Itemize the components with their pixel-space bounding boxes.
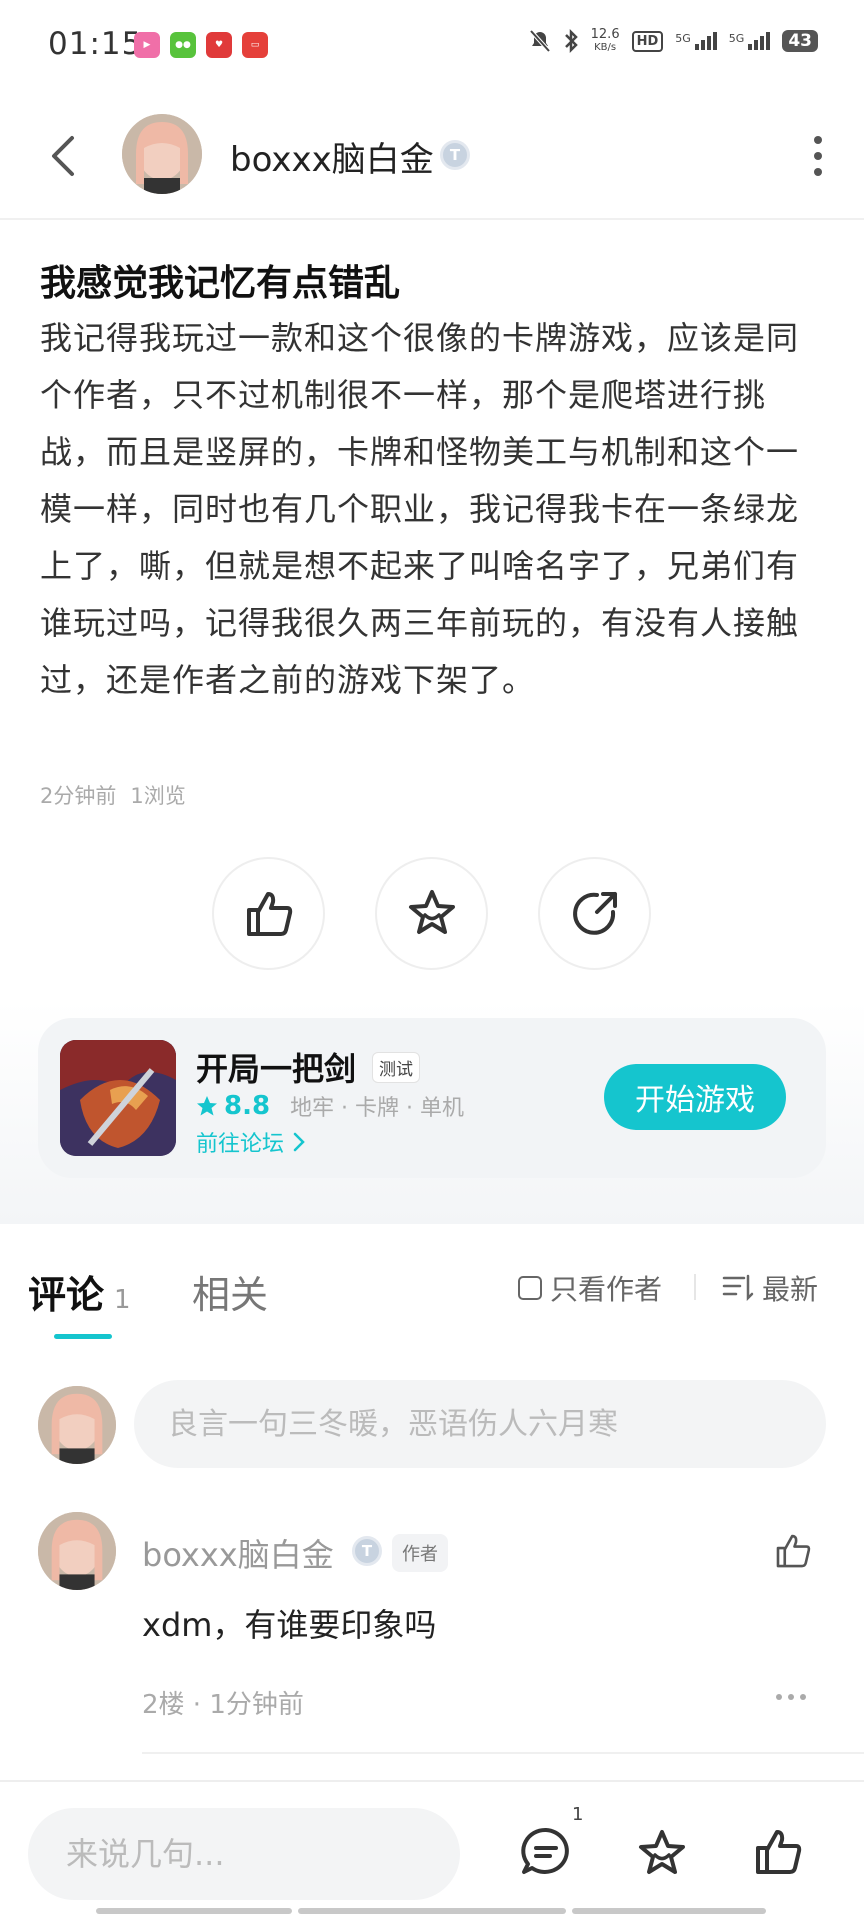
commenter-level-badge: T xyxy=(352,1536,382,1566)
thumbs-up-icon xyxy=(756,1830,802,1874)
back-button[interactable] xyxy=(44,128,84,184)
game-name[interactable]: 开局一把剑 xyxy=(196,1044,356,1090)
bottom-comment-input[interactable] xyxy=(28,1808,460,1900)
comment-more-button[interactable] xyxy=(776,1694,806,1700)
game-score: 8.8 xyxy=(224,1091,271,1121)
star-rating-icon xyxy=(197,1096,217,1116)
post-time: 2分钟前 xyxy=(40,784,117,808)
author-tag: 作者 xyxy=(392,1534,448,1572)
only-author-label: 只看作者 xyxy=(550,1273,663,1306)
post-header: boxxx脑白金 T xyxy=(0,92,864,220)
status-time: 01:15 xyxy=(48,26,143,62)
tab-related[interactable]: 相关 xyxy=(192,1264,268,1319)
post-title: 我感觉我记忆有点错乱 xyxy=(40,263,401,304)
share-icon xyxy=(572,891,617,935)
hd-voice-badge: HD xyxy=(631,30,664,52)
status-indicators: 12.6 KB/s HD 5G 5G 43 xyxy=(529,28,818,54)
more-dot-icon xyxy=(814,136,822,144)
my-avatar xyxy=(38,1386,116,1464)
chevron-right-icon xyxy=(293,1132,305,1152)
only-author-checkbox[interactable] xyxy=(518,1276,542,1300)
post-actions xyxy=(212,857,651,970)
game-icon[interactable] xyxy=(60,1040,176,1156)
network-speed: 12.6 KB/s xyxy=(591,28,620,54)
sort-button[interactable]: 最新 xyxy=(722,1268,818,1308)
comment-like-button[interactable] xyxy=(772,1530,814,1576)
thumbs-up-icon xyxy=(246,891,292,936)
favorite-post-button[interactable] xyxy=(375,857,488,970)
game-rating: 8.8 地牢 · 卡牌 · 单机 xyxy=(196,1090,464,1122)
game-test-tag: 测试 xyxy=(372,1052,420,1083)
active-tab-indicator xyxy=(54,1334,112,1339)
more-dot-icon xyxy=(814,168,822,176)
favorite-button[interactable] xyxy=(634,1826,690,1886)
post-meta: 2分钟前 1浏览 xyxy=(40,780,186,810)
like-post-button[interactable] xyxy=(212,857,325,970)
start-game-button[interactable]: 开始游戏 xyxy=(604,1064,786,1130)
notification-icons: ▶ ●● ♥ ▭ xyxy=(134,32,268,58)
filter-divider xyxy=(694,1274,696,1300)
commenter-name[interactable]: boxxx脑白金 xyxy=(142,1530,334,1576)
more-options-button[interactable] xyxy=(812,136,824,176)
gesture-bar xyxy=(572,1908,766,1914)
net-speed-unit: KB/s xyxy=(594,42,617,53)
duolingo-app-icon: ●● xyxy=(170,32,196,58)
bluetooth-icon xyxy=(564,28,578,54)
comment-meta: 2楼 · 1分钟前 xyxy=(142,1690,304,1720)
chevron-left-icon xyxy=(52,136,74,176)
net-speed-value: 12.6 xyxy=(590,27,620,42)
shop-app-icon: ▭ xyxy=(242,32,268,58)
tab-comments-label: 评论 xyxy=(28,1273,105,1317)
only-author-filter[interactable]: 只看作者 xyxy=(518,1268,662,1308)
signal-label-2: 5G xyxy=(728,32,745,45)
sort-icon xyxy=(722,1274,754,1302)
signal-label: 5G xyxy=(675,32,691,45)
comment-compose-input[interactable] xyxy=(134,1380,826,1468)
thumbs-up-icon xyxy=(776,1534,811,1568)
star-icon xyxy=(639,1830,685,1874)
comment-tabs: 评论 1 相关 只看作者 最新 xyxy=(0,1224,864,1344)
comment-divider xyxy=(142,1752,864,1754)
signal-icon: 5G xyxy=(675,32,717,50)
post-body: 我记得我玩过一款和这个很像的卡牌游戏，应该是同个作者，只不过机制很不一样，那个是… xyxy=(40,319,800,699)
tab-comments-count: 1 xyxy=(114,1285,131,1315)
author-avatar[interactable] xyxy=(122,114,202,194)
forum-link-label: 前往论坛 xyxy=(196,1132,285,1157)
like-button[interactable] xyxy=(750,1824,806,1884)
battery-icon: 43 xyxy=(782,30,818,52)
gesture-bar xyxy=(96,1908,292,1914)
gesture-bar xyxy=(298,1908,566,1914)
bottom-bar: 1 xyxy=(0,1780,864,1920)
bilibili-app-icon: ▶ xyxy=(134,32,160,58)
comment-bubble-icon xyxy=(521,1827,569,1874)
comments-button[interactable] xyxy=(518,1824,574,1884)
comment-count-badge: 1 xyxy=(572,1804,584,1825)
star-icon xyxy=(408,889,455,934)
forum-link[interactable]: 前往论坛 xyxy=(196,1126,306,1158)
heart-app-icon: ♥ xyxy=(206,32,232,58)
status-bar: 01:15 ▶ ●● ♥ ▭ 12.6 KB/s HD 5G 5G 43 xyxy=(0,0,864,92)
share-post-button[interactable] xyxy=(538,857,651,970)
author-name[interactable]: boxxx脑白金 xyxy=(230,132,434,181)
mute-icon xyxy=(529,29,551,53)
game-genre-tags: 地牢 · 卡牌 · 单机 xyxy=(290,1096,465,1121)
game-card[interactable]: 开局一把剑 测试 8.8 地牢 · 卡牌 · 单机 前往论坛 开始游戏 xyxy=(38,1018,826,1178)
signal-icon-2: 5G xyxy=(729,32,771,50)
comment-text: xdm，有谁要印象吗 xyxy=(142,1606,437,1644)
tab-comments[interactable]: 评论 1 xyxy=(28,1264,131,1319)
more-dot-icon xyxy=(814,152,822,160)
level-badge: T xyxy=(440,140,470,170)
sort-label: 最新 xyxy=(762,1273,819,1306)
commenter-avatar[interactable] xyxy=(38,1512,116,1590)
post-views: 1浏览 xyxy=(130,784,186,808)
